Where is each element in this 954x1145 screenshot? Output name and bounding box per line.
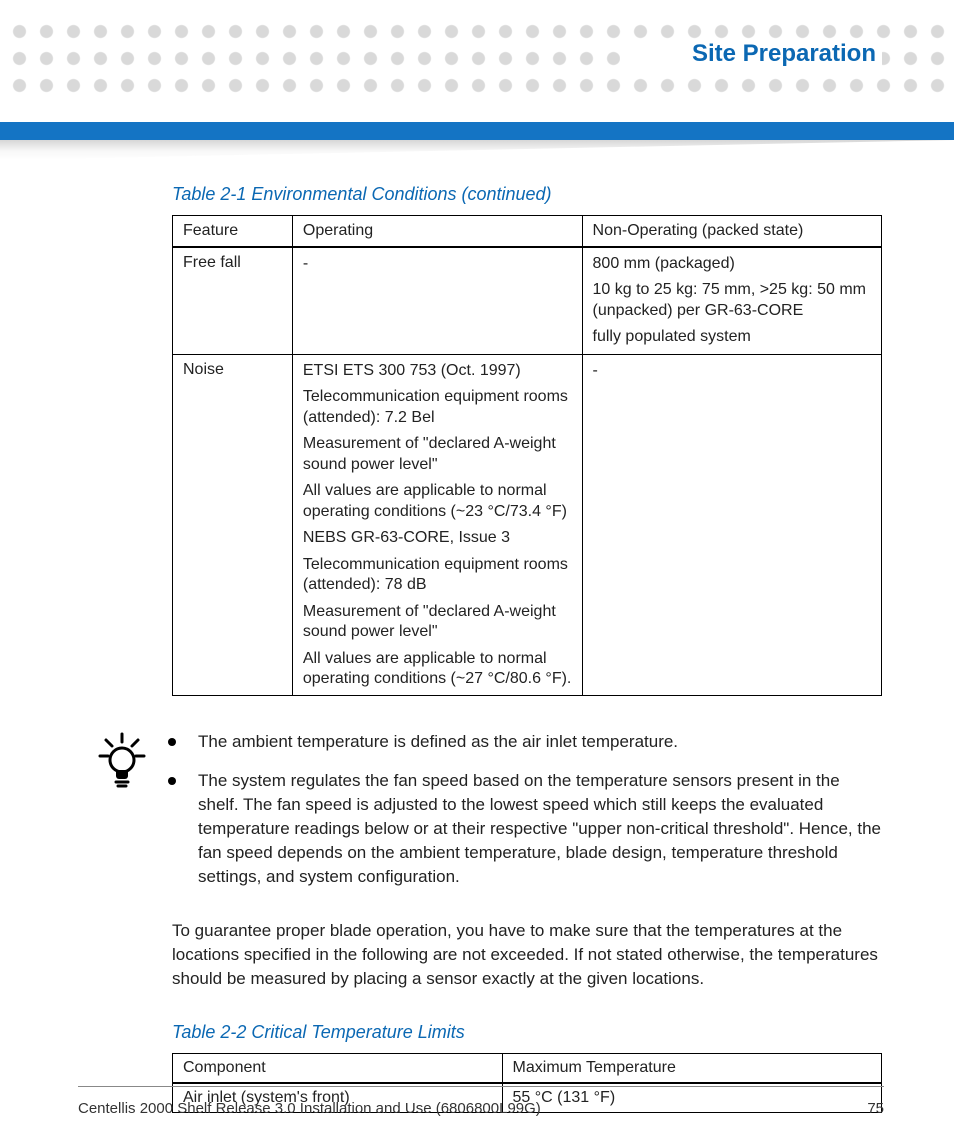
section-title: Site Preparation — [620, 40, 882, 68]
page-footer: Centellis 2000 Shelf Release 3.0 Install… — [78, 1100, 884, 1117]
table-header-row: Component Maximum Temperature — [173, 1053, 882, 1083]
footer-doc-title: Centellis 2000 Shelf Release 3.0 Install… — [78, 1100, 541, 1117]
cell-para: - — [303, 254, 572, 274]
cell-para: Telecommunication equipment rooms (atten… — [303, 387, 572, 428]
footer-page-number: 75 — [867, 1100, 884, 1117]
cell-para: All values are applicable to normal oper… — [303, 649, 572, 690]
footer-rule — [78, 1086, 884, 1087]
cell-para: 10 kg to 25 kg: 75 mm, >25 kg: 50 mm (un… — [593, 280, 871, 321]
cell-nonoperating: - — [582, 354, 881, 696]
cell-para: Measurement of "declared A-weight sound … — [303, 434, 572, 475]
tip-bullet: The system regulates the fan speed based… — [168, 769, 884, 890]
cell-para: Telecommunication equipment rooms (atten… — [303, 555, 572, 596]
cell-nonoperating: 800 mm (packaged) 10 kg to 25 kg: 75 mm,… — [582, 247, 881, 354]
table-row: Free fall - 800 mm (packaged) 10 kg to 2… — [173, 247, 882, 354]
paragraph-guarantee: To guarantee proper blade operation, you… — [172, 919, 884, 991]
cell-feature: Free fall — [173, 247, 293, 354]
table-header-row: Feature Operating Non-Operating (packed … — [173, 216, 882, 248]
cell-operating: - — [292, 247, 582, 354]
cell-para: 800 mm (packaged) — [593, 254, 871, 274]
cell-para: - — [593, 361, 871, 381]
cell-operating: ETSI ETS 300 753 (Oct. 1997) Telecommuni… — [292, 354, 582, 696]
table-2-1-caption: Table 2-1 Environmental Conditions (cont… — [172, 184, 884, 205]
cell-para: All values are applicable to normal oper… — [303, 481, 572, 522]
cell-para: NEBS GR-63-CORE, Issue 3 — [303, 528, 572, 548]
table-2-1: Feature Operating Non-Operating (packed … — [172, 215, 882, 696]
col-maxtemp: Maximum Temperature — [502, 1053, 881, 1083]
cell-para: fully populated system — [593, 327, 871, 347]
col-component: Component — [173, 1053, 503, 1083]
lightbulb-icon — [78, 730, 138, 795]
cell-para: ETSI ETS 300 753 (Oct. 1997) — [303, 361, 572, 381]
table-row: Noise ETSI ETS 300 753 (Oct. 1997) Telec… — [173, 354, 882, 696]
cell-feature: Noise — [173, 354, 293, 696]
table-2-2-caption: Table 2-2 Critical Temperature Limits — [172, 1022, 884, 1043]
tip-block: The ambient temperature is defined as th… — [78, 730, 884, 903]
header-shadow-wedge — [0, 140, 954, 160]
header-blue-rule — [0, 122, 954, 140]
col-nonoperating: Non-Operating (packed state) — [582, 216, 881, 248]
col-operating: Operating — [292, 216, 582, 248]
col-feature: Feature — [173, 216, 293, 248]
tip-bullet: The ambient temperature is defined as th… — [168, 730, 884, 754]
cell-para: Measurement of "declared A-weight sound … — [303, 602, 572, 643]
